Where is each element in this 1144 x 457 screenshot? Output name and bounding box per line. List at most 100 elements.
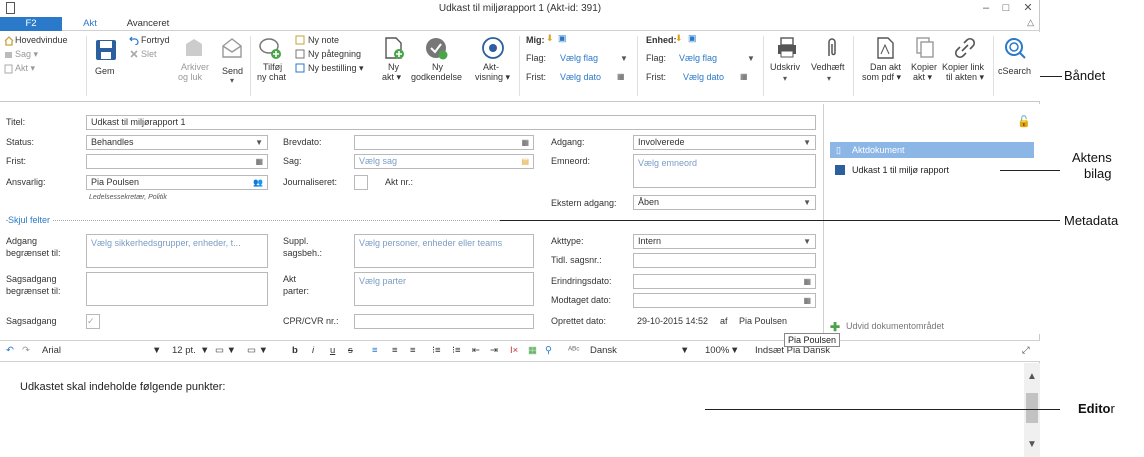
collapse-ribbon-icon[interactable]: △ bbox=[1027, 17, 1034, 28]
kopier-link-label-1[interactable]: Kopier link bbox=[942, 62, 984, 72]
sagsadgang-begraenset-input[interactable] bbox=[86, 272, 268, 306]
kopier-link-label-2[interactable]: til akten ▾ bbox=[946, 72, 984, 83]
align-left-icon[interactable]: ≡ bbox=[372, 345, 378, 356]
case-folder-icon[interactable]: ▤ bbox=[521, 155, 529, 168]
cpr-cvr-input[interactable] bbox=[354, 314, 534, 329]
align-right-icon[interactable]: ≡ bbox=[410, 345, 416, 356]
calendar-icon[interactable]: ▦ bbox=[803, 275, 811, 288]
outdent-icon[interactable]: ⇤ bbox=[472, 345, 480, 356]
calendar-icon[interactable]: ▦ bbox=[521, 136, 529, 149]
numbered-list-icon[interactable]: ⁝≡ bbox=[432, 345, 441, 356]
chevron-down-icon[interactable]: ▼ bbox=[620, 54, 628, 63]
mig-frist-select[interactable]: Vælg dato bbox=[560, 72, 601, 82]
enhed-flag-select[interactable]: Vælg flag bbox=[679, 53, 717, 63]
mig-flag-select[interactable]: Vælg flag bbox=[560, 53, 598, 63]
redo-icon[interactable]: ↷ bbox=[22, 345, 30, 356]
chevron-down-icon[interactable]: ▾ bbox=[827, 74, 831, 83]
ny-godkendelse-label-2[interactable]: godkendelse bbox=[411, 72, 462, 82]
sagsadgang-checkbox[interactable]: ✓ bbox=[86, 314, 100, 329]
tab-f2[interactable]: F2 bbox=[0, 17, 62, 31]
adgang-begraenset-input[interactable]: Vælg sikkerhedsgrupper, enheder, t... bbox=[86, 234, 268, 268]
calendar-icon[interactable]: ▦ bbox=[617, 72, 625, 81]
dan-akt-label-2[interactable]: som pdf ▾ bbox=[862, 72, 901, 83]
highlight-icon[interactable]: ▭ ▼ bbox=[215, 345, 236, 356]
frist-input[interactable]: ▦ bbox=[86, 154, 268, 169]
lock-icon[interactable]: 🔓 bbox=[1017, 115, 1031, 128]
chevron-down-icon[interactable]: ▼ bbox=[152, 345, 161, 356]
editor-text[interactable]: Udkastet skal indeholde følgende punkter… bbox=[20, 381, 225, 393]
tidl-sagsnr-input[interactable] bbox=[633, 253, 816, 268]
suppl-sagsbeh-input[interactable]: Vælg personer, enheder eller teams bbox=[354, 234, 534, 268]
chevron-down-icon[interactable]: ▾ bbox=[783, 74, 787, 83]
emneord-input[interactable]: Vælg emneord bbox=[633, 154, 816, 188]
skjul-felter-toggle[interactable]: Skjul felter bbox=[8, 215, 54, 225]
undo-icon[interactable]: ↶ bbox=[6, 345, 14, 356]
underline-button[interactable]: u bbox=[330, 345, 335, 356]
tilfoj-label-1[interactable]: Tilføj bbox=[263, 62, 282, 72]
tab-akt[interactable]: Akt bbox=[70, 17, 110, 31]
ny-akt-label-2[interactable]: akt ▾ bbox=[382, 72, 401, 83]
fortryd-button[interactable]: Fortryd bbox=[141, 35, 170, 45]
flag-download-icon[interactable]: ⬇ bbox=[546, 33, 554, 44]
clear-format-icon[interactable]: I× bbox=[510, 345, 518, 356]
scrollbar-thumb[interactable] bbox=[1026, 393, 1038, 423]
calendar-icon[interactable]: ▦ bbox=[803, 294, 811, 307]
editor-area[interactable]: Udkastet skal indeholde følgende punkter… bbox=[0, 363, 1040, 457]
zoom-select[interactable]: 100% bbox=[705, 345, 729, 356]
calendar-icon[interactable]: ▦ bbox=[740, 72, 748, 81]
image-icon[interactable]: ▦ bbox=[528, 345, 537, 356]
bullet-list-icon[interactable]: ⁝≡ bbox=[452, 345, 461, 356]
bold-button[interactable]: b bbox=[292, 345, 298, 356]
enhed-frist-select[interactable]: Vælg dato bbox=[683, 72, 724, 82]
vertical-scrollbar[interactable]: ▲ ▼ bbox=[1024, 363, 1040, 457]
ny-godkendelse-label-1[interactable]: Ny bbox=[432, 62, 443, 72]
calendar-icon[interactable]: ▦ bbox=[255, 155, 263, 168]
send-dropdown-icon[interactable]: ▾ bbox=[230, 76, 234, 85]
chevron-down-icon[interactable]: ▼ bbox=[200, 345, 209, 356]
chevron-down-icon[interactable]: ▼ bbox=[730, 345, 739, 356]
ny-note-button[interactable]: Ny note bbox=[308, 35, 339, 45]
brevdato-input[interactable]: ▦ bbox=[354, 135, 534, 150]
udvid-dokumentomraade-link[interactable]: Udvid dokumentområdet bbox=[846, 321, 944, 331]
journaliseret-checkbox[interactable] bbox=[354, 175, 368, 190]
tab-avanceret[interactable]: Avanceret bbox=[116, 17, 180, 31]
maximize-button[interactable]: □ bbox=[996, 0, 1016, 16]
font-select[interactable]: Arial bbox=[42, 345, 61, 356]
arkiver-label-1[interactable]: Arkiver bbox=[181, 62, 209, 72]
align-center-icon[interactable]: ≡ bbox=[392, 345, 398, 356]
indent-icon[interactable]: ⇥ bbox=[490, 345, 498, 356]
status-select[interactable]: Behandles ▼ bbox=[86, 135, 268, 150]
aktvisning-label-2[interactable]: visning ▾ bbox=[475, 72, 510, 83]
ny-akt-label-1[interactable]: Ny bbox=[388, 62, 399, 72]
udskriv-button[interactable]: Udskriv bbox=[770, 62, 800, 72]
hovedvindue-button[interactable]: Hovedvindue bbox=[15, 35, 68, 45]
spellcheck-icon[interactable]: ᴬᴮᶜ bbox=[568, 345, 580, 356]
strikethrough-button[interactable]: s bbox=[348, 345, 353, 356]
sag-input[interactable]: Vælg sag ▤ bbox=[354, 154, 534, 169]
scroll-up-icon[interactable]: ▲ bbox=[1027, 371, 1037, 382]
close-button[interactable]: ✕ bbox=[1018, 0, 1038, 16]
aktdokument-header[interactable]: ▯ Aktdokument bbox=[830, 142, 1034, 158]
chevron-down-icon[interactable]: ▼ bbox=[747, 54, 755, 63]
modtaget-dato-input[interactable]: ▦ bbox=[633, 293, 816, 308]
send-button[interactable]: Send bbox=[222, 66, 243, 76]
minimize-button[interactable]: – bbox=[976, 0, 996, 16]
vedhaeft-button[interactable]: Vedhæft bbox=[811, 62, 845, 72]
dan-akt-label-1[interactable]: Dan akt bbox=[870, 62, 901, 72]
language-select[interactable]: Dansk bbox=[590, 345, 617, 356]
kopier-akt-label-1[interactable]: Kopier bbox=[911, 62, 937, 72]
plus-icon[interactable]: ✚ bbox=[830, 320, 840, 334]
sag-button[interactable]: Sag ▾ bbox=[15, 49, 38, 60]
scroll-down-icon[interactable]: ▼ bbox=[1027, 439, 1037, 450]
expand-editor-icon[interactable]: ⤢ bbox=[1022, 345, 1030, 356]
gem-button[interactable]: Gem bbox=[95, 66, 115, 76]
csearch-button[interactable]: cSearch bbox=[998, 66, 1031, 76]
kopier-akt-label-2[interactable]: akt ▾ bbox=[913, 72, 932, 83]
slet-button[interactable]: Slet bbox=[141, 49, 157, 59]
akt-button[interactable]: Akt ▾ bbox=[15, 63, 35, 74]
font-color-icon[interactable]: ▭ ▼ bbox=[247, 345, 268, 356]
ekstern-adgang-select[interactable]: Åben ▼ bbox=[633, 195, 816, 210]
ny-bestilling-button[interactable]: Ny bestilling ▾ bbox=[308, 63, 364, 74]
people-icon[interactable]: 👥 bbox=[253, 176, 263, 189]
ny-pategning-button[interactable]: Ny påtegning bbox=[308, 49, 361, 59]
